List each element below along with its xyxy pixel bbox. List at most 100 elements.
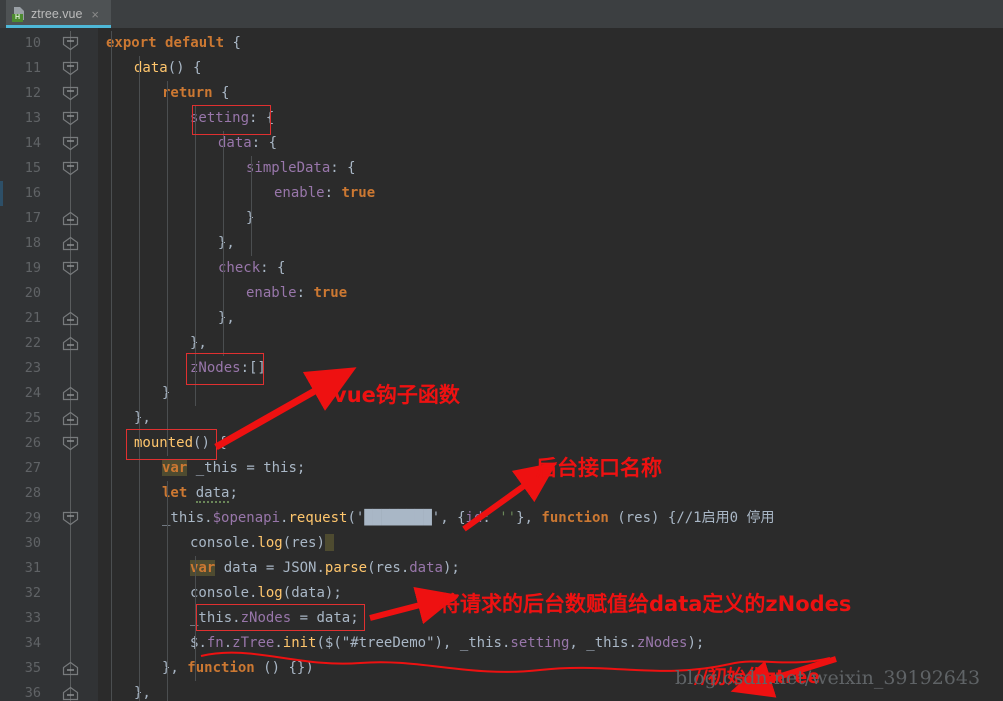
fold-collapse-up-icon[interactable]	[61, 311, 80, 326]
fold-collapse-down-icon[interactable]	[61, 436, 80, 451]
code-line[interactable]: },	[134, 681, 151, 701]
code-line[interactable]: _this.$openapi.request('████████', {id: …	[162, 506, 774, 531]
fold-collapse-down-icon[interactable]	[61, 111, 80, 126]
fold-collapse-down-icon[interactable]	[61, 86, 80, 101]
gutter-row[interactable]: 15	[0, 156, 99, 181]
annotation-label-vue-hook: vue钩子函数	[333, 383, 460, 407]
gutter-row[interactable]: 30	[0, 531, 99, 556]
fold-collapse-up-icon[interactable]	[61, 336, 80, 351]
indent-guide	[167, 481, 168, 701]
code-line[interactable]: return {	[162, 81, 229, 106]
vue-file-icon-badge: H	[12, 13, 23, 22]
code-line[interactable]: enable: true	[246, 281, 347, 306]
watermark: blog.csdn.net/weixin_39192643	[675, 667, 981, 689]
close-icon[interactable]: ×	[91, 7, 99, 22]
gutter-row[interactable]: 13	[0, 106, 99, 131]
fold-guide-line	[70, 556, 71, 581]
gutter-row[interactable]: 27	[0, 456, 99, 481]
code-line[interactable]: console.log(res)	[190, 531, 334, 556]
gutter-row[interactable]: 35	[0, 656, 99, 681]
indent-guide	[111, 31, 112, 701]
indent-guide	[251, 156, 252, 256]
fold-collapse-down-icon[interactable]	[61, 511, 80, 526]
gutter-row[interactable]: 20	[0, 281, 99, 306]
gutter-row[interactable]: 11	[0, 56, 99, 81]
gutter-row[interactable]: 33	[0, 606, 99, 631]
fold-collapse-down-icon[interactable]	[61, 136, 80, 151]
line-number: 33	[24, 610, 41, 626]
gutter-row[interactable]: 18	[0, 231, 99, 256]
code-line[interactable]: export default {	[106, 31, 241, 56]
line-number: 23	[24, 360, 41, 376]
line-number: 19	[24, 260, 41, 276]
gutter-row[interactable]: 12	[0, 81, 99, 106]
fold-collapse-up-icon[interactable]	[61, 211, 80, 226]
code-line[interactable]: enable: true	[274, 181, 375, 206]
line-number: 21	[24, 310, 41, 326]
fold-collapse-up-icon[interactable]	[61, 686, 80, 701]
fold-collapse-down-icon[interactable]	[61, 61, 80, 76]
annotation-box-assign-znodes	[196, 604, 365, 631]
annotation-label-assign-data: 将请求的后台数赋值给data定义的zNodes	[439, 592, 852, 616]
code-line[interactable]: },	[134, 406, 151, 431]
line-number: 27	[24, 460, 41, 476]
line-number-gutter[interactable]: 10 11 12 13 14 15 16 17 18 19 20 21 22 23 24 25 26 27 28 29…	[0, 28, 99, 701]
code-line[interactable]: }, function () {})	[162, 656, 314, 681]
line-number: 34	[24, 635, 41, 651]
gutter-row[interactable]: 36	[0, 681, 99, 701]
gutter-row[interactable]: 21	[0, 306, 99, 331]
fold-collapse-down-icon[interactable]	[61, 161, 80, 176]
gutter-row[interactable]: 10	[0, 31, 99, 56]
gutter-row[interactable]: 31	[0, 556, 99, 581]
fold-guide-line	[70, 356, 71, 381]
line-number: 20	[24, 285, 41, 301]
gutter-row[interactable]: 17	[0, 206, 99, 231]
vue-file-icon: H	[12, 6, 26, 22]
line-number: 32	[24, 585, 41, 601]
gutter-row[interactable]: 34	[0, 631, 99, 656]
fold-guide-line	[70, 606, 71, 631]
line-number: 29	[24, 510, 41, 526]
code-line[interactable]: check: {	[218, 256, 285, 281]
fold-collapse-down-icon[interactable]	[61, 261, 80, 276]
gutter-row[interactable]: 24	[0, 381, 99, 406]
line-number: 13	[24, 110, 41, 126]
gutter-row[interactable]: 28	[0, 481, 99, 506]
text-caret	[324, 534, 334, 551]
line-number: 17	[24, 210, 41, 226]
code-line[interactable]: console.log(data);	[190, 581, 342, 606]
code-line[interactable]: simpleData: {	[246, 156, 356, 181]
code-line[interactable]: },	[218, 306, 235, 331]
code-line[interactable]: let data;	[162, 481, 238, 506]
code-line[interactable]: var data = JSON.parse(res.data);	[190, 556, 460, 581]
gutter-row[interactable]: 16	[0, 181, 99, 206]
fold-collapse-up-icon[interactable]	[61, 386, 80, 401]
fold-collapse-up-icon[interactable]	[61, 411, 80, 426]
fold-collapse-up-icon[interactable]	[61, 661, 80, 676]
fold-guide-line	[70, 456, 71, 481]
gutter-row[interactable]: 32	[0, 581, 99, 606]
annotation-box-setting	[192, 105, 271, 135]
gutter-row[interactable]: 23	[0, 356, 99, 381]
tab-title: ztree.vue	[31, 7, 83, 21]
code-line[interactable]: },	[218, 231, 235, 256]
indent-guide	[223, 131, 224, 356]
gutter-row[interactable]: 29	[0, 506, 99, 531]
code-line[interactable]: data() {	[134, 56, 201, 81]
fold-collapse-up-icon[interactable]	[61, 236, 80, 251]
indent-guide	[167, 81, 168, 456]
gutter-row[interactable]: 22	[0, 331, 99, 356]
gutter-row[interactable]: 14	[0, 131, 99, 156]
gutter-row[interactable]: 26	[0, 431, 99, 456]
code-line[interactable]: $.fn.zTree.init($("#treeDemo"), _this.se…	[190, 631, 704, 656]
fold-collapse-down-icon[interactable]	[61, 36, 80, 51]
line-number: 26	[24, 435, 41, 451]
line-number: 12	[24, 85, 41, 101]
line-number: 36	[24, 685, 41, 701]
fold-guide-line	[70, 581, 71, 606]
tab-ztree-vue[interactable]: H ztree.vue ×	[6, 0, 111, 28]
annotation-label-backend-api: 后台接口名称	[536, 456, 662, 480]
line-number: 11	[24, 60, 41, 76]
gutter-row[interactable]: 19	[0, 256, 99, 281]
gutter-row[interactable]: 25	[0, 406, 99, 431]
